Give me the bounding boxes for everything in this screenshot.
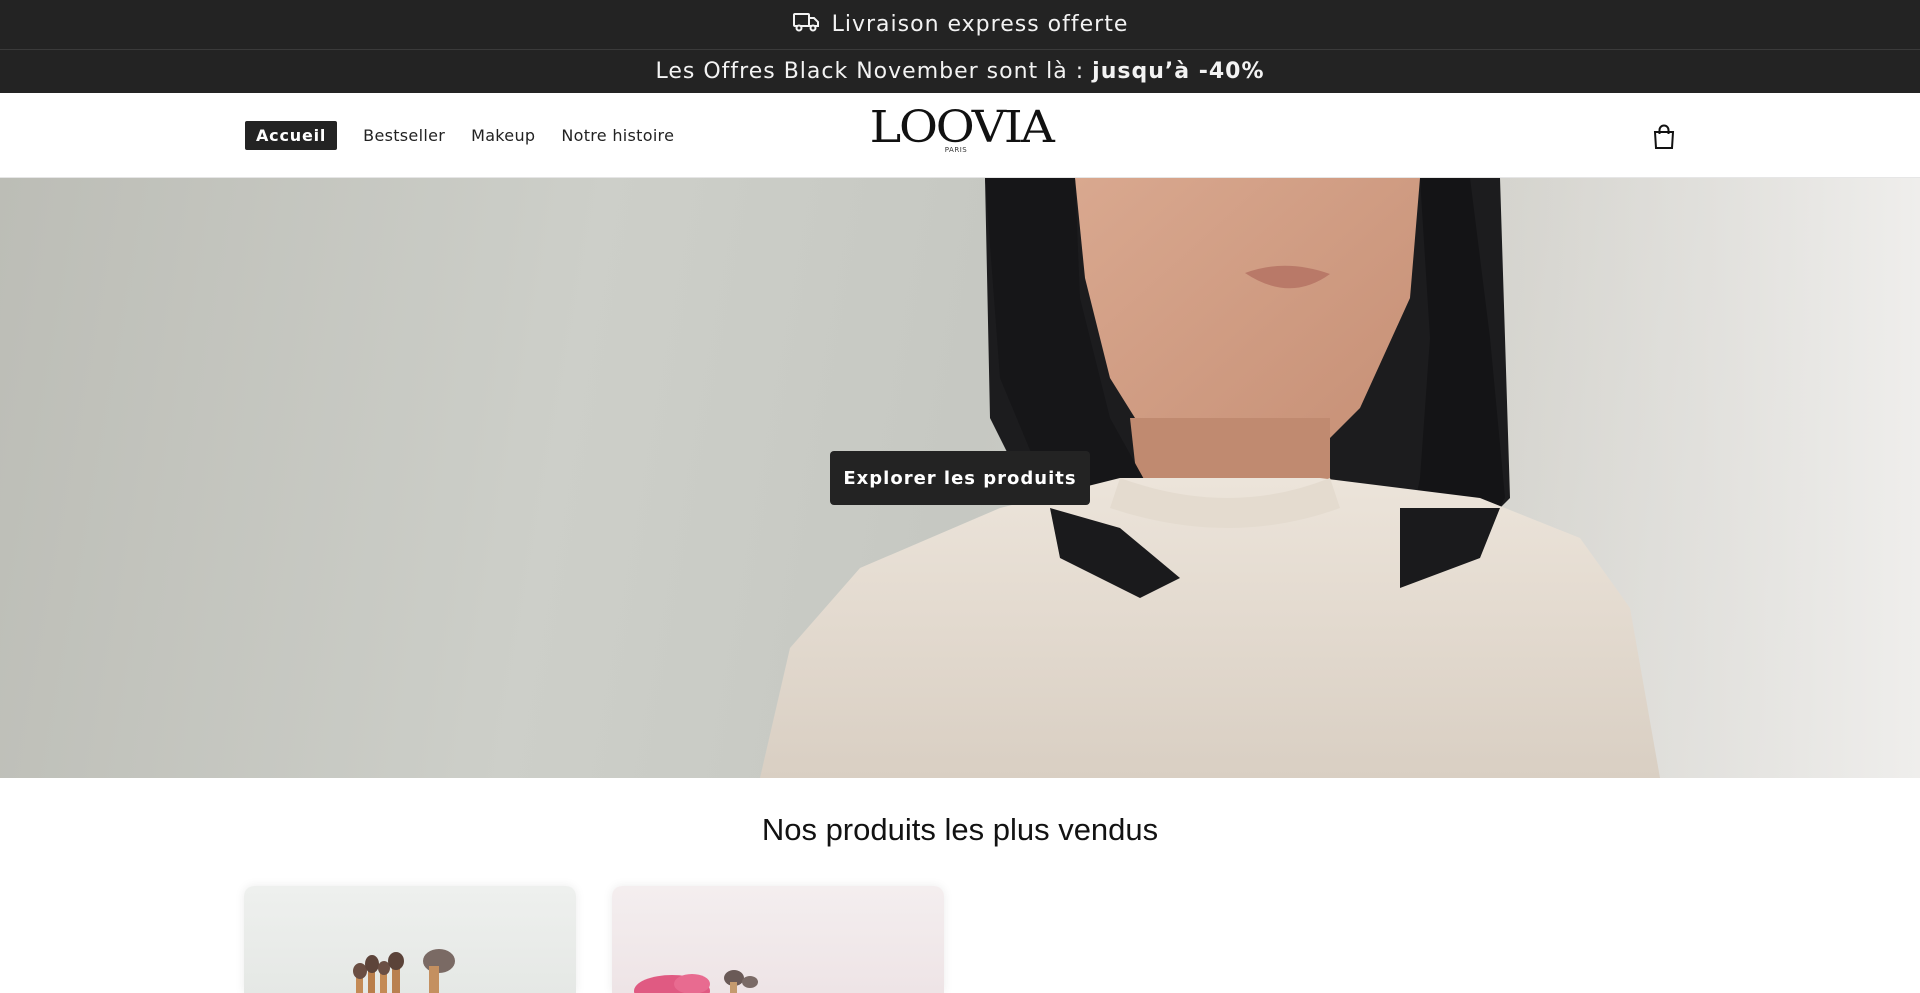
product-card[interactable] xyxy=(612,886,944,993)
nav-item-notre-histoire[interactable]: Notre histoire xyxy=(561,126,674,145)
product-image-makeup xyxy=(634,970,758,993)
nav-item-bestseller[interactable]: Bestseller xyxy=(363,126,445,145)
product-card[interactable] xyxy=(244,886,576,993)
site-header: Accueil Bestseller Makeup Notre histoire… xyxy=(0,93,1920,178)
announcement-bar-shipping: Livraison express offerte xyxy=(0,0,1920,50)
truck-icon xyxy=(792,11,820,39)
shopping-bag-icon[interactable] xyxy=(1651,123,1677,151)
hero-banner: Explorer les produits xyxy=(0,178,1920,778)
promo-text: Les Offres Black November sont là : xyxy=(655,59,1085,84)
section-title-bestsellers: Nos produits les plus vendus xyxy=(761,812,1159,847)
nav-item-accueil[interactable]: Accueil xyxy=(245,121,338,150)
explore-products-button[interactable]: Explorer les produits xyxy=(830,451,1090,505)
site-logo[interactable]: LOOVIA PARIS xyxy=(870,105,1055,165)
shipping-text: Livraison express offerte xyxy=(831,12,1129,37)
nav-item-makeup[interactable]: Makeup xyxy=(471,126,535,145)
logo-wordmark: LOOVIA xyxy=(869,102,1055,153)
main-nav: Accueil Bestseller Makeup Notre histoire xyxy=(245,93,674,178)
product-image-brushes xyxy=(353,949,455,993)
promo-highlight: jusqu’à -40% xyxy=(1092,59,1265,84)
announcement-bar-promo[interactable]: Les Offres Black November sont là : jusq… xyxy=(0,50,1920,93)
